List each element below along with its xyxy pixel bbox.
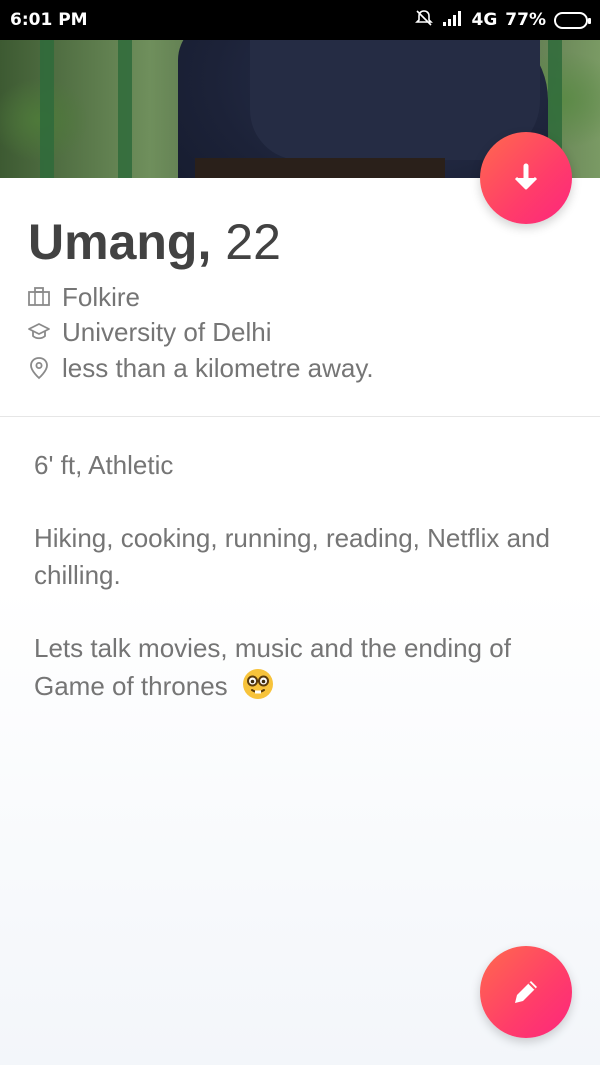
edit-profile-button[interactable] xyxy=(480,946,572,1038)
bio-line-3: Lets talk movies, music and the ending o… xyxy=(34,630,574,705)
nerd-face-emoji-icon xyxy=(241,667,275,701)
distance-text: less than a kilometre away. xyxy=(62,353,374,383)
bio-line-1: 6' ft, Athletic xyxy=(34,450,174,480)
notifications-muted-icon xyxy=(414,8,434,33)
arrow-down-icon xyxy=(514,163,538,190)
bio-line-2: Hiking, cooking, running, reading, Netfl… xyxy=(34,523,550,590)
distance-row: less than a kilometre away. xyxy=(26,351,374,385)
school-text: University of Delhi xyxy=(62,317,272,347)
profile-name-line: Umang, 22 xyxy=(28,210,281,274)
section-divider xyxy=(0,416,600,417)
job-row: Folkire xyxy=(26,280,140,314)
battery-percent: 77% xyxy=(505,10,546,30)
pencil-icon xyxy=(515,981,537,1003)
status-bar: 6:01 PM 4G 77% xyxy=(0,0,600,40)
location-pin-icon xyxy=(26,355,52,381)
school-row: University of Delhi xyxy=(26,315,272,349)
status-time: 6:01 PM xyxy=(10,10,88,30)
profile-name: Umang, xyxy=(28,214,212,270)
network-type: 4G xyxy=(471,10,498,30)
status-icons: 4G 77% xyxy=(414,8,591,33)
battery-icon xyxy=(554,11,591,29)
graduation-cap-icon xyxy=(26,319,52,345)
profile-age: 22 xyxy=(225,214,281,270)
signal-icon xyxy=(442,9,464,32)
job-text: Folkire xyxy=(62,282,141,312)
briefcase-icon xyxy=(26,284,52,310)
collapse-profile-button[interactable] xyxy=(480,132,572,224)
